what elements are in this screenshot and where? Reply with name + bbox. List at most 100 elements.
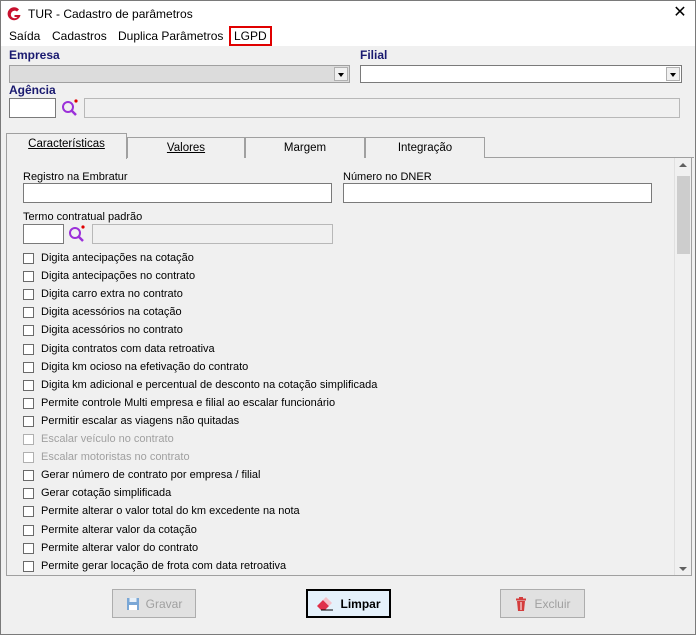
checkbox[interactable] xyxy=(23,560,34,572)
window-title: TUR - Cadastro de parâmetros xyxy=(28,7,193,21)
filial-label: Filial xyxy=(360,48,388,62)
numero-dner-label: Número no DNER xyxy=(343,171,432,183)
agencia-code-input[interactable] xyxy=(9,98,56,118)
checkbox-row[interactable]: Permite alterar valor do contrato xyxy=(23,540,198,556)
checkbox[interactable] xyxy=(23,415,34,427)
checkbox-row[interactable]: Permite alterar o valor total do km exce… xyxy=(23,503,300,519)
checkbox-row[interactable]: Gerar número de contrato por empresa / f… xyxy=(23,467,261,483)
scroll-up-icon[interactable] xyxy=(679,163,687,167)
save-button[interactable]: Gravar xyxy=(112,589,196,618)
checkbox-row[interactable]: Permite gerar locação de frota com data … xyxy=(23,558,286,574)
checkbox-label: Digita antecipações no contrato xyxy=(41,270,196,282)
clear-button[interactable]: Limpar xyxy=(306,589,391,618)
checkbox-label: Digita km adicional e percentual de desc… xyxy=(41,379,378,391)
tab-integracao-label: Integração xyxy=(397,142,453,154)
termo-contratual-label: Termo contratual padrão xyxy=(23,211,143,223)
close-button[interactable]: ✕ xyxy=(671,4,689,22)
checkbox[interactable] xyxy=(23,505,34,517)
registro-embratur-label: Registro na Embratur xyxy=(23,171,128,183)
checkbox-row[interactable]: Digita km adicional e percentual de desc… xyxy=(23,377,377,393)
tab-margem-label: Margem xyxy=(283,142,327,154)
main-window: TUR - Cadastro de parâmetros ✕ Saída Cad… xyxy=(0,0,696,635)
scroll-thumb[interactable] xyxy=(677,176,690,254)
scroll-down-icon[interactable] xyxy=(679,567,687,571)
checkbox[interactable] xyxy=(23,343,34,355)
checkbox-label: Digita km ocioso na efetivação do contra… xyxy=(41,361,249,373)
app-logo-icon xyxy=(7,7,21,21)
checkbox-label: Permite controle Multi empresa e filial … xyxy=(41,397,336,409)
tab-caracteristicas[interactable]: Características xyxy=(6,133,127,159)
menu-saida[interactable]: Saída xyxy=(9,29,40,43)
checkbox[interactable] xyxy=(23,524,34,536)
menu-lgpd[interactable]: LGPD xyxy=(229,26,272,46)
checkbox xyxy=(23,451,34,463)
checkbox-label: Gerar número de contrato por empresa / f… xyxy=(41,469,261,481)
checkbox-label: Digita carro extra no contrato xyxy=(41,288,183,300)
chevron-down-icon[interactable] xyxy=(334,67,348,81)
checkbox-label: Escalar motoristas no contrato xyxy=(41,451,190,463)
checkbox[interactable] xyxy=(23,361,34,373)
floppy-icon xyxy=(126,597,139,610)
chevron-down-icon[interactable] xyxy=(666,67,680,81)
menu-bar: Saída Cadastros Duplica Parâmetros LGPD xyxy=(1,26,695,46)
search-icon[interactable] xyxy=(68,225,86,243)
checkbox-row[interactable]: Digita antecipações no contrato xyxy=(23,268,195,284)
checkbox-row[interactable]: Digita contratos com data retroativa xyxy=(23,341,215,357)
trash-icon xyxy=(516,596,527,611)
tab-caracteristicas-label: Características xyxy=(28,138,105,150)
checkbox-row[interactable]: Permitir escalar as viagens não quitadas xyxy=(23,413,239,429)
agencia-label: Agência xyxy=(9,83,56,97)
checkbox-label: Permite alterar valor do contrato xyxy=(41,542,199,554)
checkbox[interactable] xyxy=(23,306,34,318)
empresa-label: Empresa xyxy=(9,48,60,62)
delete-label: Excluir xyxy=(534,596,571,611)
save-label: Gravar xyxy=(145,596,183,611)
checkbox[interactable] xyxy=(23,542,34,554)
vertical-scrollbar[interactable] xyxy=(674,158,691,575)
checkbox-label: Permitir escalar as viagens não quitadas xyxy=(41,415,240,427)
checkbox-row[interactable]: Permite alterar valor da cotação xyxy=(23,522,197,538)
termo-code-input[interactable] xyxy=(23,224,64,244)
tab-margem[interactable]: Margem xyxy=(245,137,365,158)
checkbox-row[interactable]: Digita km ocioso na efetivação do contra… xyxy=(23,359,248,375)
menu-cadastros[interactable]: Cadastros xyxy=(52,29,107,43)
checkbox-row[interactable]: Permite controle Multi empresa e filial … xyxy=(23,395,335,411)
checkbox-label: Digita contratos com data retroativa xyxy=(41,343,215,355)
checkbox-label: Digita acessórios no contrato xyxy=(41,324,183,336)
checkbox-label: Permite alterar o valor total do km exce… xyxy=(41,505,300,517)
checkbox-row[interactable]: Digita carro extra no contrato xyxy=(23,286,183,302)
checkbox-row[interactable]: Digita acessórios no contrato xyxy=(23,322,183,338)
checkbox[interactable] xyxy=(23,252,34,264)
checkbox[interactable] xyxy=(23,469,34,481)
checkbox-row[interactable]: Digita acessórios na cotação xyxy=(23,304,182,320)
checkbox-row: Escalar veículo no contrato xyxy=(23,431,174,447)
checkbox-label: Permite gerar locação de frota com data … xyxy=(41,560,287,572)
checkbox-label: Permite alterar valor da cotação xyxy=(41,524,197,536)
numero-dner-input[interactable] xyxy=(343,183,652,203)
checkbox-row[interactable]: Digita antecipações na cotação xyxy=(23,250,194,266)
search-icon[interactable] xyxy=(61,99,79,117)
filial-select[interactable] xyxy=(360,65,682,83)
tab-integracao[interactable]: Integração xyxy=(365,137,485,158)
menu-duplica-parametros[interactable]: Duplica Parâmetros xyxy=(118,29,223,43)
checkbox[interactable] xyxy=(23,270,34,282)
termo-desc-field xyxy=(92,224,333,244)
checkbox[interactable] xyxy=(23,487,34,499)
registro-embratur-input[interactable] xyxy=(23,183,332,203)
checkbox[interactable] xyxy=(23,324,34,336)
empresa-select[interactable] xyxy=(9,65,350,83)
tab-valores[interactable]: Valores xyxy=(127,137,245,158)
checkbox-label: Gerar cotação simplificada xyxy=(41,487,172,499)
checkbox-row[interactable]: Gerar cotação simplificada xyxy=(23,485,171,501)
checkbox-label: Escalar veículo no contrato xyxy=(41,433,174,445)
checkbox xyxy=(23,433,34,445)
checkbox[interactable] xyxy=(23,288,34,300)
eraser-icon xyxy=(317,596,334,610)
checkbox[interactable] xyxy=(23,397,34,409)
agencia-name-field xyxy=(84,98,680,118)
caracteristicas-panel: Registro na Embratur Número no DNER Term… xyxy=(6,158,692,576)
delete-button[interactable]: Excluir xyxy=(500,589,585,618)
title-bar: TUR - Cadastro de parâmetros ✕ xyxy=(1,1,695,26)
checkbox[interactable] xyxy=(23,379,34,391)
checkbox-label: Digita acessórios na cotação xyxy=(41,306,182,318)
